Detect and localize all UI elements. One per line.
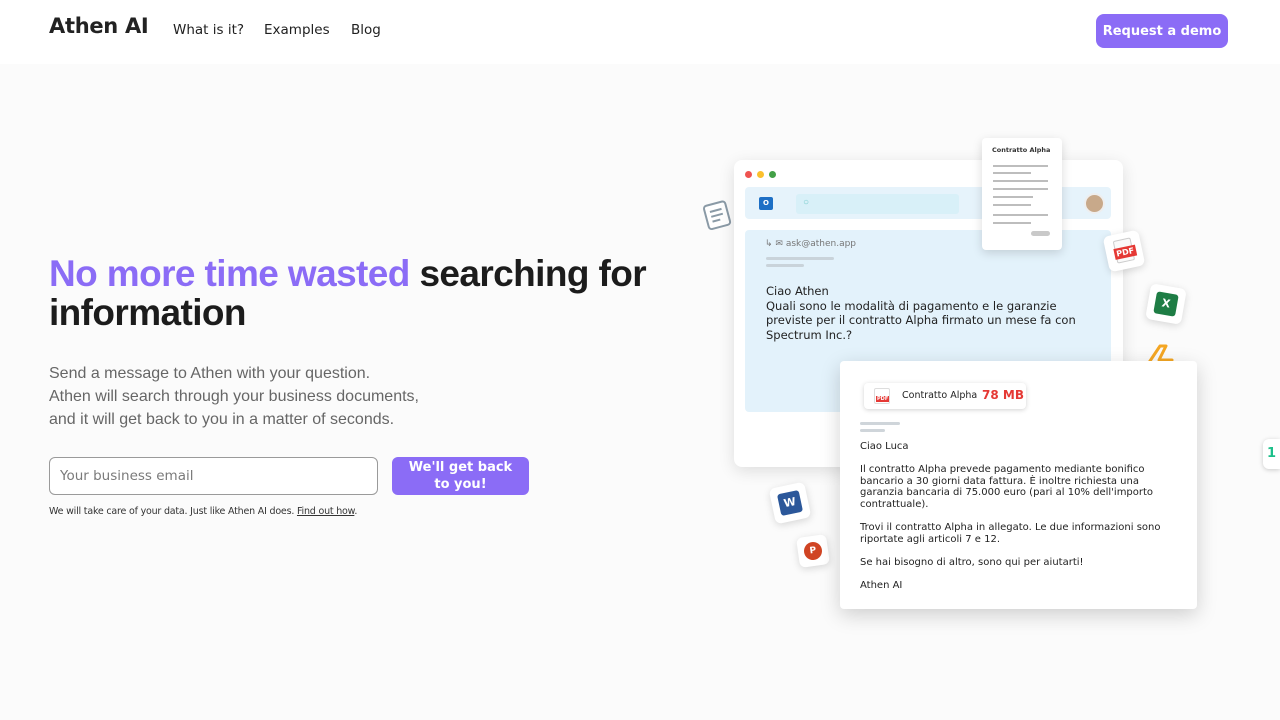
question-text: Quali sono le modalità di pagamento e le…: [766, 298, 1076, 342]
doc-text-line: [993, 172, 1031, 174]
doc-text-line: [993, 214, 1048, 216]
hero-subtext: Send a message to Athen with your questi…: [49, 362, 419, 431]
subtext-line: Athen will search through your business …: [49, 388, 419, 405]
attachment-name: Contratto Alpha: [902, 390, 978, 401]
headline-accent: No more time wasted: [49, 253, 410, 294]
edge-badge[interactable]: 1: [1263, 439, 1280, 469]
doc-text-line: [993, 188, 1048, 190]
placeholder-line: [766, 264, 804, 267]
question-greeting: Ciao Athen: [766, 284, 829, 298]
privacy-link[interactable]: Find out how: [297, 506, 355, 517]
brand-logo[interactable]: Athen AI: [49, 14, 149, 38]
attachment-chip[interactable]: PDF Contratto Alpha 78 MB: [864, 383, 1026, 409]
excel-icon: X: [1145, 283, 1187, 325]
window-close-dot: [745, 171, 752, 178]
placeholder-line: [860, 422, 900, 425]
user-avatar: [1084, 193, 1105, 214]
email-search-bar: ○: [796, 194, 959, 214]
privacy-note: We will take care of your data. Just lik…: [49, 506, 358, 517]
placeholder-line: [860, 429, 885, 432]
reply-paragraph: Trovi il contratto Alpha in allegato. Le…: [860, 521, 1161, 545]
search-icon: ○: [803, 197, 810, 208]
reply-email-card: PDF Contratto Alpha 78 MB Ciao Luca Il c…: [840, 361, 1197, 609]
business-email-input[interactable]: [49, 457, 378, 495]
outlook-icon: O: [759, 197, 773, 210]
word-icon: W: [768, 481, 812, 525]
placeholder-line: [766, 257, 834, 260]
privacy-text: We will take care of your data. Just lik…: [49, 506, 297, 517]
nav-link-examples[interactable]: Examples: [264, 22, 330, 38]
attachment-size: 78 MB: [982, 388, 1024, 402]
reply-paragraph: Se hai bisogno di altro, sono qui per ai…: [860, 556, 1084, 568]
reply-body: Ciao Luca Il contratto Alpha prevede pag…: [860, 441, 1180, 603]
request-demo-button[interactable]: Request a demo: [1096, 14, 1228, 48]
powerpoint-icon: P: [796, 534, 830, 568]
doc-text-line: [993, 222, 1031, 224]
window-minimize-dot: [757, 171, 764, 178]
subtext-line: and it will get back to you in a matter …: [49, 411, 395, 428]
doc-button-shape: [1031, 231, 1050, 236]
doc-text-line: [993, 165, 1048, 167]
window-maximize-dot: [769, 171, 776, 178]
sender-address: ↳ ✉ ask@athen.app: [765, 239, 857, 249]
document-title: Contratto Alpha: [992, 146, 1051, 154]
nav-link-what-is-it[interactable]: What is it?: [173, 22, 244, 38]
reply-arrow-icon: ↳ ✉: [765, 239, 786, 249]
submit-email-button[interactable]: We'll get back to you!: [392, 457, 529, 495]
reply-greeting: Ciao Luca: [860, 441, 909, 452]
reply-signature: Athen AI: [860, 579, 903, 591]
subtext-line: Send a message to Athen with your questi…: [49, 365, 371, 382]
reply-paragraph: Il contratto Alpha prevede pagamento med…: [860, 464, 1154, 510]
pdf-file-icon: PDF: [1102, 229, 1146, 273]
doc-text-line: [993, 180, 1048, 182]
pdf-attachment-icon: PDF: [874, 388, 890, 404]
doc-text-line: [993, 196, 1033, 198]
nav-link-blog[interactable]: Blog: [351, 22, 381, 38]
question-body: Ciao Athen Quali sono le modalità di pag…: [766, 284, 1106, 342]
site-header: Athen AI What is it? Examples Blog Reque…: [0, 0, 1280, 64]
hero-headline: No more time wasted searching for inform…: [49, 254, 669, 332]
doc-text-line: [993, 204, 1031, 206]
notes-icon: [702, 200, 732, 231]
contract-document-card: Contratto Alpha: [982, 138, 1062, 250]
